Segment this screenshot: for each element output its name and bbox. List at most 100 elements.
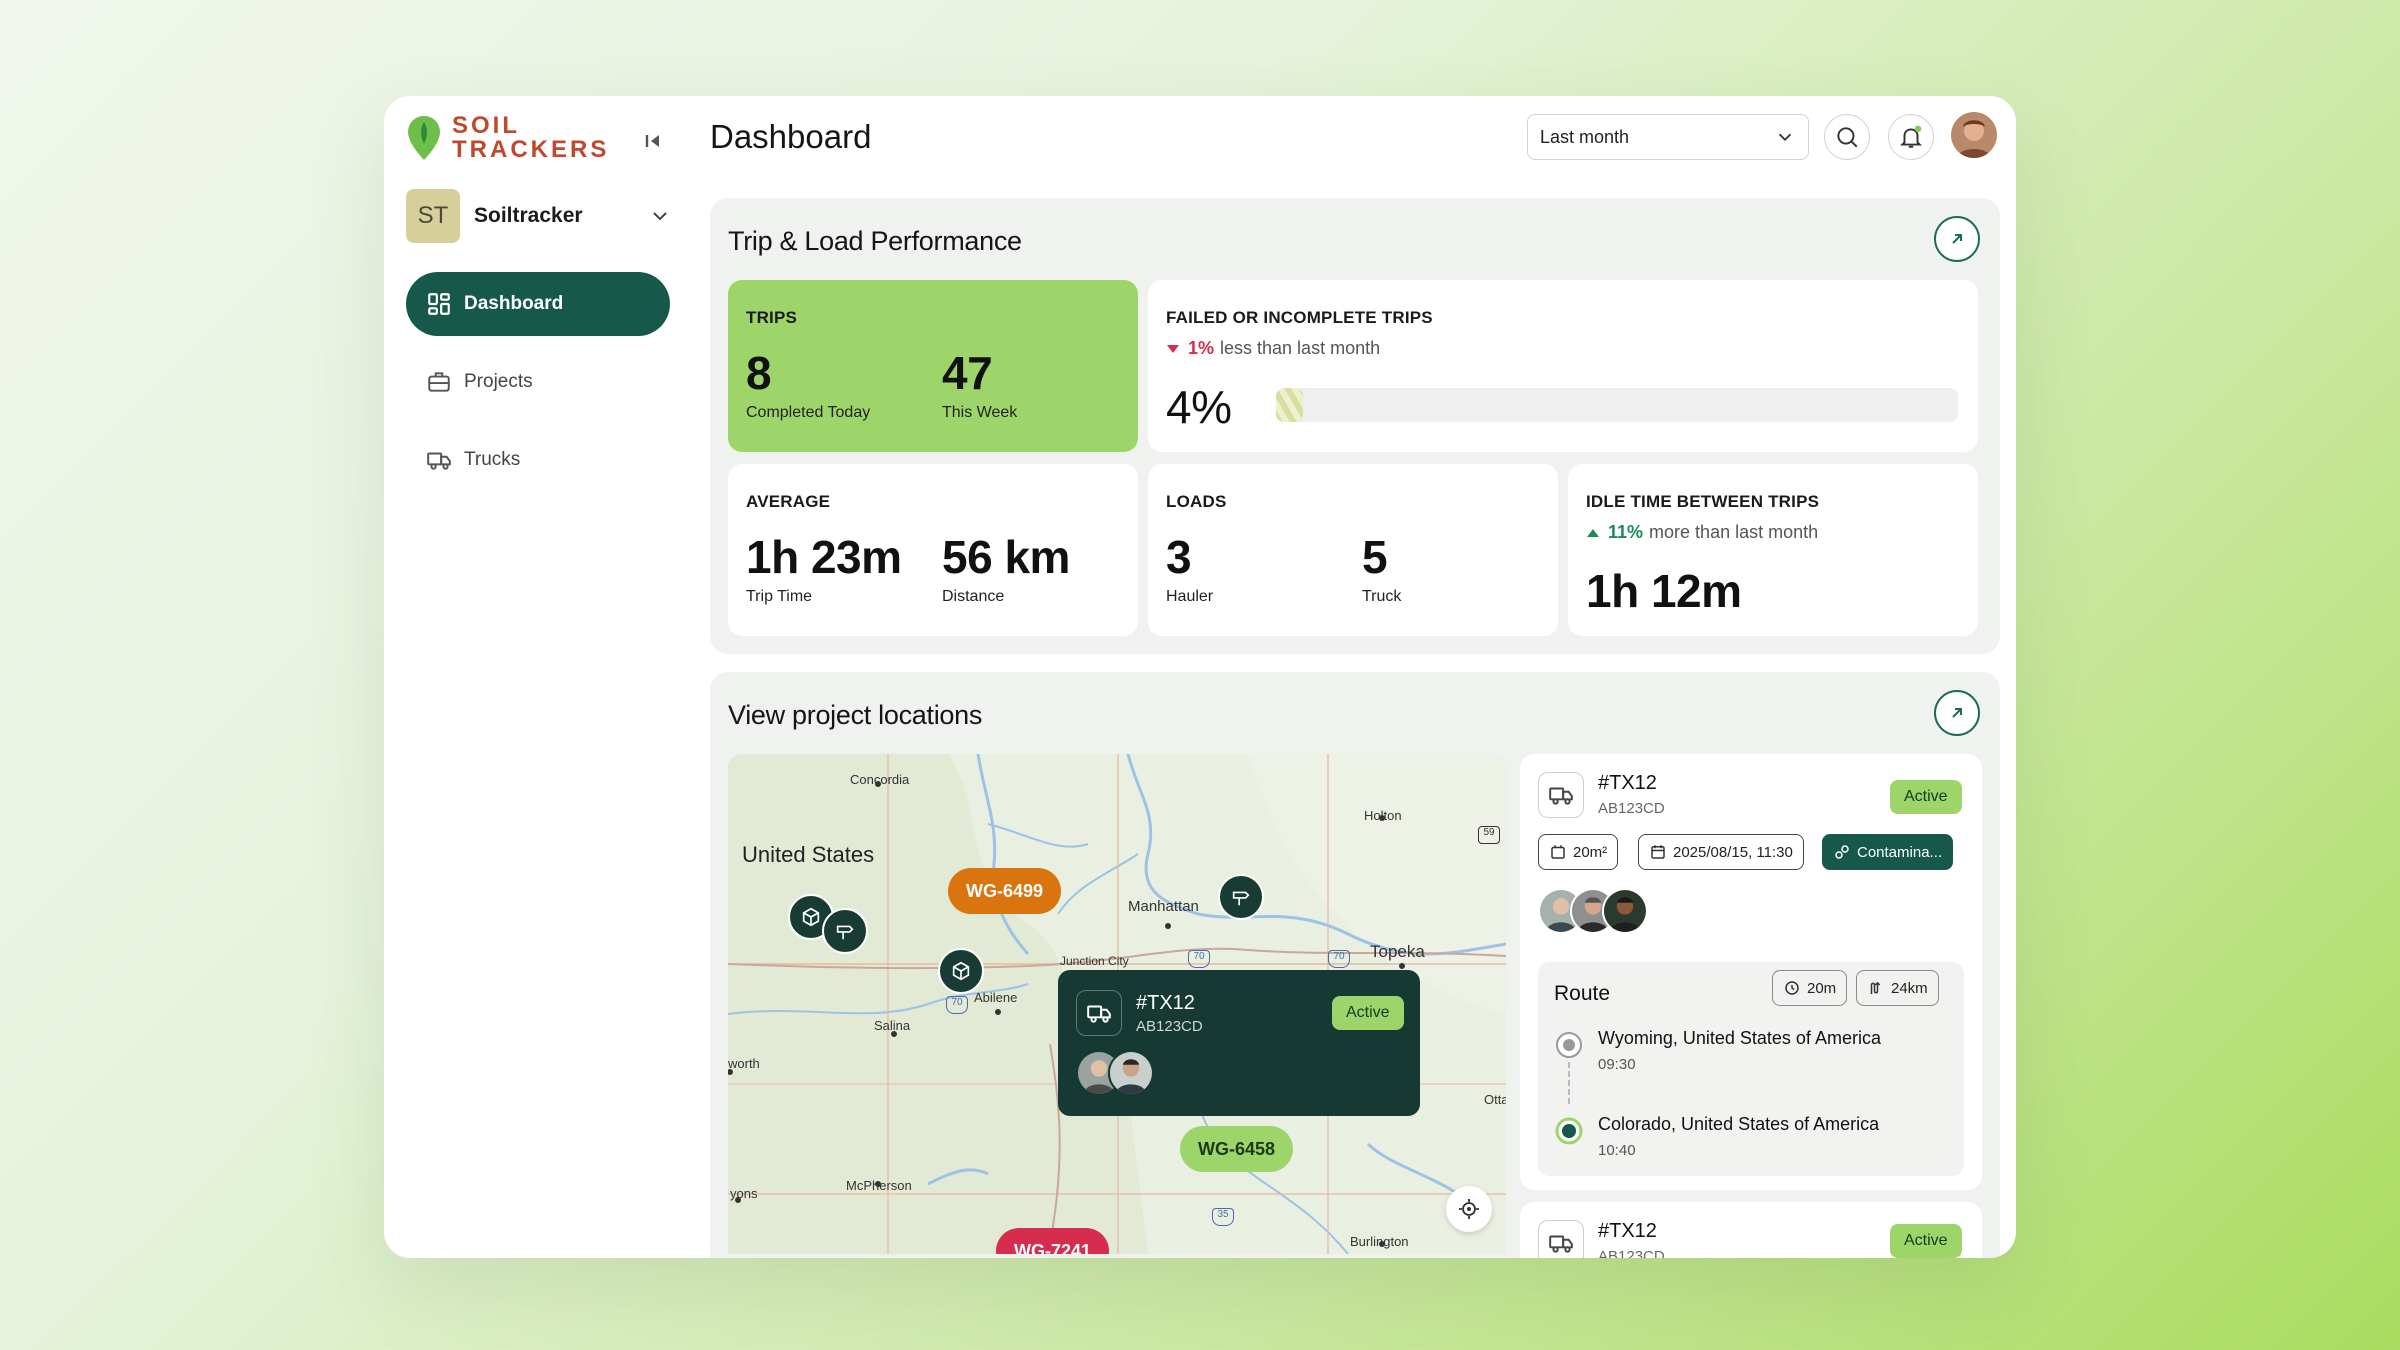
signpost-icon bbox=[1232, 891, 1250, 906]
map-vehicle-popup[interactable]: #TX12 AB123CD Active bbox=[1058, 970, 1420, 1116]
map-marker-signpost[interactable] bbox=[822, 908, 868, 954]
user-avatar[interactable] bbox=[1951, 112, 1997, 158]
contamination-tag[interactable]: Contamina... bbox=[1822, 834, 1954, 870]
arrow-up-right-icon bbox=[1952, 708, 1962, 718]
workspace-avatar: ST bbox=[406, 189, 460, 243]
map-pin-wg6499[interactable]: WG-6499 bbox=[948, 868, 1062, 914]
brand-line-2: TRACKERS bbox=[452, 136, 610, 163]
vehicle-card[interactable]: #TX12 AB123CD Active 20m² 2025/08/15, 11… bbox=[1520, 754, 1982, 1190]
failed-progress-bar bbox=[1276, 388, 1958, 422]
trips-week-label: This Week bbox=[942, 404, 1018, 421]
datetime-chip: 2025/08/15, 11:30 bbox=[1638, 834, 1804, 870]
idle-delta-pct: 11% bbox=[1608, 522, 1644, 542]
chevron-down-icon bbox=[1778, 133, 1792, 142]
nav-item-projects[interactable]: Projects bbox=[406, 350, 670, 414]
highway-59-shield: 59 bbox=[1478, 826, 1500, 844]
search-icon bbox=[1837, 127, 1858, 148]
map-marker-package[interactable] bbox=[938, 948, 984, 994]
area-value: 20m² bbox=[1573, 843, 1608, 861]
route-distance: 24km bbox=[1891, 979, 1928, 997]
idle-time-card: IDLE TIME BETWEEN TRIPS 11% more than la… bbox=[1568, 464, 1978, 636]
route-section: Route 20m 24km Wyoming, United States of… bbox=[1538, 962, 1964, 1176]
chevron-down-icon bbox=[653, 212, 667, 221]
collapse-sidebar-button[interactable] bbox=[638, 126, 668, 156]
map-country-label: United States bbox=[742, 842, 875, 867]
avatar bbox=[1108, 1050, 1154, 1096]
route-to-time: 10:40 bbox=[1598, 1142, 1636, 1159]
trips-card: TRIPS 8 Completed Today 47 This Week bbox=[728, 280, 1138, 452]
notifications-button[interactable] bbox=[1888, 114, 1934, 160]
failed-value: 4% bbox=[1166, 381, 1232, 433]
period-select-value: Last month bbox=[1540, 126, 1630, 147]
nav-item-trucks[interactable]: Trucks bbox=[406, 428, 670, 492]
nav-label-dashboard: Dashboard bbox=[464, 293, 564, 314]
period-select[interactable]: Last month bbox=[1527, 114, 1809, 160]
loads-label: LOADS bbox=[1166, 492, 1227, 511]
map-place-worth: worth bbox=[728, 1056, 760, 1071]
performance-title: Trip & Load Performance bbox=[728, 226, 1022, 256]
idle-delta: 11% more than last month bbox=[1586, 522, 1818, 543]
briefcase-icon bbox=[428, 372, 450, 392]
avatar bbox=[1602, 888, 1648, 934]
triangle-up-icon bbox=[1587, 528, 1599, 537]
route-from: Wyoming, United States of America bbox=[1598, 1028, 1881, 1048]
map-pin-wg6458[interactable]: WG-6458 bbox=[1180, 1126, 1294, 1172]
map-place-holton: Holton bbox=[1364, 808, 1402, 823]
vehicle-id: #TX12 bbox=[1598, 772, 1657, 794]
dashboard-grid-icon bbox=[428, 293, 450, 315]
signpost-icon bbox=[836, 925, 854, 940]
average-trip-time: 1h 23m bbox=[746, 531, 902, 583]
trips-label: TRIPS bbox=[746, 308, 798, 327]
idle-value: 1h 12m bbox=[1586, 565, 1742, 617]
locations-expand-button[interactable] bbox=[1934, 690, 1980, 736]
average-trip-time-label: Trip Time bbox=[746, 588, 813, 605]
performance-expand-button[interactable] bbox=[1934, 216, 1980, 262]
map-place-abilene: Abilene bbox=[974, 990, 1018, 1005]
trips-week-value: 47 bbox=[942, 347, 993, 399]
loads-truck-value: 5 bbox=[1362, 531, 1388, 583]
route-to: Colorado, United States of America bbox=[1598, 1114, 1880, 1134]
failed-delta-pct: 1% bbox=[1188, 338, 1215, 358]
average-card: AVERAGE 1h 23m Trip Time 56 km Distance bbox=[728, 464, 1138, 636]
truck-icon bbox=[1549, 1235, 1573, 1253]
map-pin-logo-icon bbox=[408, 116, 440, 160]
vehicle-card[interactable]: #TX12 AB123CD Active bbox=[1520, 1202, 1982, 1258]
app-window: SOIL TRACKERS ST Soiltracker Dashboard P… bbox=[384, 96, 2016, 1258]
locations-panel: View project locations United States Con… bbox=[710, 672, 2000, 1258]
project-map[interactable]: United States Concordia Holton Manhattan… bbox=[728, 754, 1506, 1254]
nav-item-dashboard[interactable]: Dashboard bbox=[406, 272, 670, 336]
search-button[interactable] bbox=[1824, 114, 1870, 160]
route-start-icon bbox=[1556, 1032, 1582, 1058]
average-distance: 56 km bbox=[942, 531, 1070, 583]
map-pin-wg7241[interactable]: WG-7241 bbox=[996, 1228, 1110, 1254]
vehicle-id: #TX12 bbox=[1598, 1220, 1657, 1242]
popup-avatars bbox=[1076, 1050, 1154, 1096]
truck-icon bbox=[1087, 1005, 1111, 1023]
trips-today-value: 8 bbox=[746, 347, 772, 399]
clock-icon bbox=[1785, 981, 1799, 995]
package-icon bbox=[802, 907, 820, 927]
average-label: AVERAGE bbox=[746, 492, 831, 511]
popup-vehicle-id: #TX12 bbox=[1136, 992, 1195, 1014]
route-distance-chip: 24km bbox=[1856, 970, 1939, 1006]
vehicle-plate: AB123CD bbox=[1598, 1248, 1665, 1258]
map-place-concordia: Concordia bbox=[850, 772, 910, 787]
nav-label-trucks: Trucks bbox=[464, 449, 521, 470]
truck-icon bbox=[427, 452, 451, 470]
map-place-junction-city: Junction City bbox=[1060, 954, 1129, 968]
average-distance-label: Distance bbox=[942, 588, 1005, 605]
map-marker-signpost[interactable] bbox=[1218, 874, 1264, 920]
highway-35-shield: 35 bbox=[1212, 1208, 1234, 1226]
contamination-tag-label: Contamina... bbox=[1857, 843, 1943, 861]
map-place-manhattan: Manhattan bbox=[1128, 898, 1199, 915]
calendar-icon bbox=[1651, 845, 1665, 859]
locate-me-button[interactable] bbox=[1446, 1186, 1492, 1232]
nav-label-projects: Projects bbox=[464, 371, 533, 392]
brand-logo[interactable]: SOIL TRACKERS bbox=[406, 114, 609, 162]
failed-delta: 1% less than last month bbox=[1166, 338, 1380, 359]
truck-icon bbox=[1549, 787, 1573, 805]
workspace-switcher[interactable]: ST Soiltracker bbox=[406, 188, 672, 244]
collapse-left-icon bbox=[645, 135, 659, 147]
datetime-value: 2025/08/15, 11:30 bbox=[1673, 843, 1793, 861]
workspace-name: Soiltracker bbox=[474, 204, 583, 227]
